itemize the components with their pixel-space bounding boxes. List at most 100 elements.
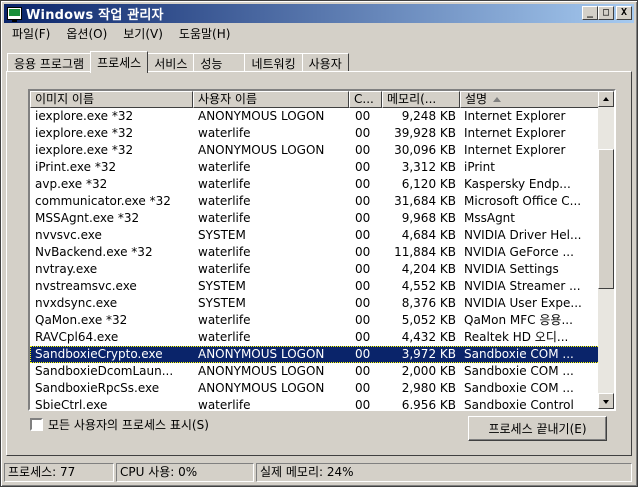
column-memory[interactable]: 메모리(... bbox=[382, 91, 460, 108]
user-name-cell: ANONYMOUS LOGON bbox=[198, 347, 325, 361]
description-cell: NVIDIA User Expe... bbox=[464, 296, 582, 310]
memory-cell: 5,052 KB bbox=[401, 313, 456, 327]
description-cell: Internet Explorer bbox=[464, 126, 566, 140]
table-row[interactable]: nvtray.exe waterlife 00 4,204 KB NVIDIA Sett… bbox=[30, 261, 600, 278]
description-cell: Microsoft Office C... bbox=[464, 194, 582, 208]
process-name-cell: SbieCtrl.exe bbox=[35, 398, 108, 411]
process-name-cell: NvBackend.exe *32 bbox=[35, 245, 153, 259]
process-name-cell: iexplore.exe *32 bbox=[35, 109, 134, 123]
tab-performance[interactable]: 성능 bbox=[193, 53, 246, 72]
user-name-cell: waterlife bbox=[198, 398, 251, 411]
description-cell: NVIDIA Streamer ... bbox=[464, 279, 581, 293]
table-row[interactable]: iexplore.exe *32 ANONYMOUS LOGON 00 30,096 … bbox=[30, 142, 600, 159]
memory-cell: 39,928 KB bbox=[394, 126, 456, 140]
table-row[interactable]: nvstreamsvc.exe SYSTEM 00 4,552 KB NVIDIA St… bbox=[30, 278, 600, 295]
table-row[interactable]: NvBackend.exe *32 waterlife 00 11,884 KB NVI… bbox=[30, 244, 600, 261]
scroll-down-button[interactable] bbox=[598, 393, 614, 409]
table-row[interactable]: nvxdsync.exe SYSTEM 00 8,376 KB NVIDIA User … bbox=[30, 295, 600, 312]
user-name-cell: waterlife bbox=[198, 313, 251, 327]
user-name-cell: waterlife bbox=[198, 262, 251, 276]
table-row[interactable]: nvvsvc.exe SYSTEM 00 4,684 KB NVIDIA Driver … bbox=[30, 227, 600, 244]
user-name-cell: SYSTEM bbox=[198, 228, 246, 242]
cpu-cell: 00 bbox=[355, 279, 371, 293]
tab-applications[interactable]: 응용 프로그램 bbox=[7, 53, 92, 72]
title-bar[interactable]: Windows 작업 관리자 _ □ X bbox=[4, 4, 634, 23]
user-name-cell: SYSTEM bbox=[198, 296, 246, 310]
cpu-cell: 00 bbox=[355, 330, 371, 344]
description-cell: NVIDIA Settings bbox=[464, 262, 559, 276]
table-row[interactable]: iexplore.exe *32 ANONYMOUS LOGON 00 9,248 K… bbox=[30, 108, 600, 125]
column-user-name[interactable]: 사용자 이름 bbox=[193, 91, 349, 108]
tab-networking[interactable]: 네트워킹 bbox=[244, 53, 303, 72]
status-process-count: 프로세스: 77 bbox=[4, 463, 114, 482]
description-cell: iPrint bbox=[464, 160, 495, 174]
process-list[interactable]: 이미지 이름 사용자 이름 C... 메모리(... 설명 iexplore.e… bbox=[28, 89, 616, 411]
table-row[interactable]: SandboxieRpcSs.exe ANONYMOUS LOGON 00 2,980… bbox=[30, 380, 600, 397]
user-name-cell: waterlife bbox=[198, 126, 251, 140]
process-name-cell: iexplore.exe *32 bbox=[35, 143, 134, 157]
process-name-cell: QaMon.exe *32 bbox=[35, 313, 128, 327]
memory-cell: 4,552 KB bbox=[401, 279, 456, 293]
menu-file[interactable]: 파일(F) bbox=[4, 25, 58, 42]
table-row[interactable]: RAVCpl64.exe waterlife 00 4,432 KB Realtek H… bbox=[30, 329, 600, 346]
memory-cell: 11,884 KB bbox=[394, 245, 456, 259]
tab-strip: 응용 프로그램 프로세스 서비스 성능 네트워킹 사용자 bbox=[7, 50, 349, 73]
show-all-users-option[interactable]: 모든 사용자의 프로세스 표시(S) bbox=[30, 416, 209, 433]
memory-cell: 9,968 KB bbox=[401, 211, 456, 225]
column-cpu[interactable]: C... bbox=[349, 91, 382, 108]
cpu-cell: 00 bbox=[355, 126, 371, 140]
cpu-cell: 00 bbox=[355, 245, 371, 259]
cpu-cell: 00 bbox=[355, 211, 371, 225]
description-cell: Sandboxie COM ... bbox=[464, 347, 574, 361]
process-name-cell: nvxdsync.exe bbox=[35, 296, 118, 310]
window-controls: _ □ X bbox=[582, 6, 632, 20]
table-row[interactable]: SandboxieDcomLaun... ANONYMOUS LOGON 00 2,0… bbox=[30, 363, 600, 380]
show-all-users-label: 모든 사용자의 프로세스 표시(S) bbox=[48, 418, 209, 432]
table-row[interactable]: SbieCtrl.exe waterlife 00 6,956 KB Sandboxie… bbox=[30, 397, 600, 411]
cpu-cell: 00 bbox=[355, 177, 371, 191]
table-row[interactable]: iPrint.exe *32 waterlife 00 3,312 KB iPrint bbox=[30, 159, 600, 176]
sort-ascending-icon bbox=[493, 97, 502, 102]
process-name-cell: SandboxieCrypto.exe bbox=[35, 347, 163, 361]
process-name-cell: SandboxieDcomLaun... bbox=[35, 364, 174, 378]
table-row[interactable]: MSSAgnt.exe *32 waterlife 00 9,968 KB MssAgn… bbox=[30, 210, 600, 227]
table-row[interactable]: SandboxieCrypto.exe ANONYMOUS LOGON 00 3,97… bbox=[30, 346, 600, 363]
process-name-cell: iexplore.exe *32 bbox=[35, 126, 134, 140]
minimize-button[interactable]: _ bbox=[582, 6, 598, 20]
user-name-cell: waterlife bbox=[198, 330, 251, 344]
process-name-cell: communicator.exe *32 bbox=[35, 194, 171, 208]
user-name-cell: ANONYMOUS LOGON bbox=[198, 364, 325, 378]
show-all-users-checkbox[interactable] bbox=[30, 418, 43, 431]
table-row[interactable]: communicator.exe *32 waterlife 00 31,684 KB… bbox=[30, 193, 600, 210]
column-image-name[interactable]: 이미지 이름 bbox=[30, 91, 193, 108]
description-cell: NVIDIA Driver Hel... bbox=[464, 228, 582, 242]
maximize-button[interactable]: □ bbox=[598, 6, 614, 20]
process-name-cell: nvvsvc.exe bbox=[35, 228, 102, 242]
menu-options[interactable]: 옵션(O) bbox=[58, 25, 115, 42]
tab-processes[interactable]: 프로세스 bbox=[90, 51, 149, 73]
menu-help[interactable]: 도움말(H) bbox=[171, 25, 239, 42]
scroll-thumb[interactable] bbox=[598, 149, 614, 289]
description-cell: Sandboxie Control bbox=[464, 398, 574, 411]
process-rows: iexplore.exe *32 ANONYMOUS LOGON 00 9,248 K… bbox=[30, 108, 600, 411]
tab-users[interactable]: 사용자 bbox=[301, 53, 349, 72]
user-name-cell: waterlife bbox=[198, 211, 251, 225]
table-row[interactable]: QaMon.exe *32 waterlife 00 5,052 KB QaMon MF… bbox=[30, 312, 600, 329]
description-cell: Sandboxie COM ... bbox=[464, 381, 574, 395]
tab-services[interactable]: 서비스 bbox=[147, 53, 195, 72]
scroll-up-button[interactable] bbox=[598, 91, 614, 107]
status-bar: 프로세스: 77 CPU 사용: 0% 실제 메모리: 24% bbox=[4, 463, 634, 484]
column-description[interactable]: 설명 bbox=[460, 91, 600, 108]
cpu-cell: 00 bbox=[355, 347, 371, 361]
end-process-button[interactable]: 프로세스 끝내기(E) bbox=[468, 416, 607, 441]
process-name-cell: nvstreamsvc.exe bbox=[35, 279, 137, 293]
table-row[interactable]: iexplore.exe *32 waterlife 00 39,928 KB Inte… bbox=[30, 125, 600, 142]
column-description-label: 설명 bbox=[465, 92, 488, 106]
menu-view[interactable]: 보기(V) bbox=[115, 25, 171, 42]
vertical-scrollbar[interactable] bbox=[598, 91, 614, 409]
description-cell: Realtek HD 오디... bbox=[464, 330, 569, 344]
cpu-cell: 00 bbox=[355, 109, 371, 123]
table-row[interactable]: avp.exe *32 waterlife 00 6,120 KB Kaspersky … bbox=[30, 176, 600, 193]
memory-cell: 30,096 KB bbox=[394, 143, 456, 157]
close-button[interactable]: X bbox=[616, 6, 632, 20]
